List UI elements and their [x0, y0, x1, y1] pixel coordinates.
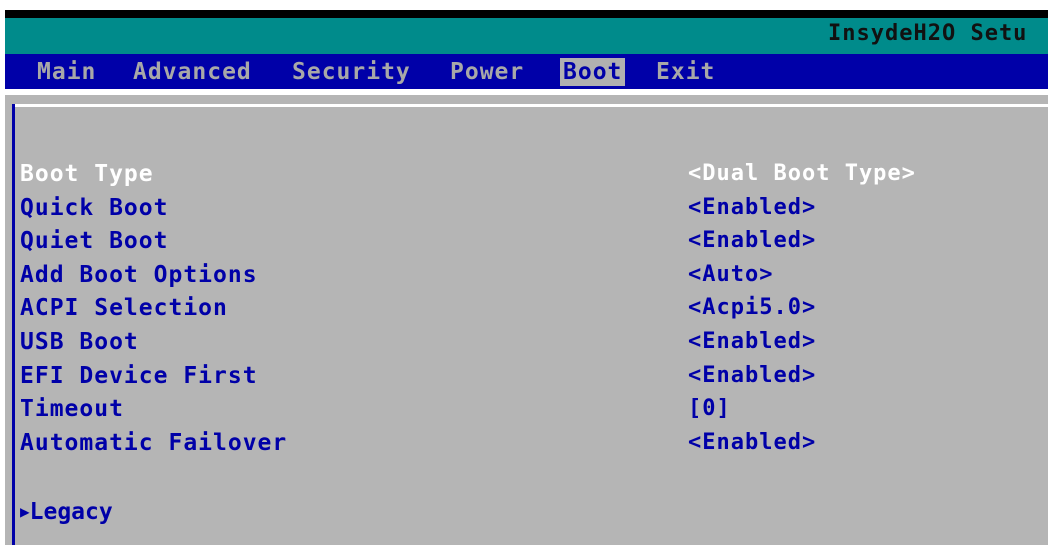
setting-value[interactable]: <Dual Boot Type>	[688, 159, 916, 189]
setting-row-timeout[interactable]: Timeout [0]	[20, 394, 1030, 424]
setting-label: Quick Boot	[20, 195, 169, 221]
setting-row-efi-device-first[interactable]: EFI Device First <Enabled>	[20, 361, 1030, 391]
setting-label: Automatic Failover	[20, 430, 288, 456]
setting-value[interactable]: <Enabled>	[688, 193, 816, 223]
setting-row-boot-type[interactable]: Boot Type <Dual Boot Type>	[20, 159, 1030, 189]
setting-value[interactable]: <Enabled>	[688, 428, 816, 458]
tab-advanced[interactable]: Advanced	[133, 58, 252, 86]
tab-security[interactable]: Security	[292, 58, 411, 86]
setting-label: Quiet Boot	[20, 228, 169, 254]
setting-value[interactable]: <Enabled>	[688, 327, 816, 357]
setting-row-add-boot-options[interactable]: Add Boot Options <Auto>	[20, 260, 1030, 290]
panel-top-border	[12, 104, 1048, 107]
triangle-right-icon: ▶	[20, 502, 30, 521]
setting-value[interactable]: <Auto>	[688, 260, 773, 290]
submenu-legacy[interactable]: ▶Legacy	[20, 497, 113, 527]
submenu-label: Legacy	[29, 499, 113, 525]
tab-boot[interactable]: Boot	[560, 58, 626, 86]
setting-row-usb-boot[interactable]: USB Boot <Enabled>	[20, 327, 1030, 357]
top-margin	[0, 0, 1048, 10]
tab-exit[interactable]: Exit	[656, 58, 715, 86]
setting-row-quick-boot[interactable]: Quick Boot <Enabled>	[20, 193, 1030, 223]
setting-row-automatic-failover[interactable]: Automatic Failover <Enabled>	[20, 428, 1030, 458]
setting-value[interactable]: <Enabled>	[688, 361, 816, 391]
setting-label: Boot Type	[20, 161, 154, 187]
setting-label: ACPI Selection	[20, 295, 228, 321]
setting-label: EFI Device First	[20, 363, 258, 389]
top-border	[5, 10, 1048, 18]
setting-row-acpi-selection[interactable]: ACPI Selection <Acpi5.0>	[20, 293, 1030, 323]
setting-label: USB Boot	[20, 329, 139, 355]
setting-value[interactable]: <Acpi5.0>	[688, 293, 816, 323]
setting-label: Add Boot Options	[20, 262, 258, 288]
setting-value[interactable]: <Enabled>	[688, 226, 816, 256]
setting-label: Timeout	[20, 396, 124, 422]
setting-row-quiet-boot[interactable]: Quiet Boot <Enabled>	[20, 226, 1030, 256]
panel-left-border	[12, 104, 15, 545]
window-title: InsydeH2O Setu	[828, 21, 1028, 46]
setting-value[interactable]: [0]	[688, 394, 731, 424]
tab-main[interactable]: Main	[37, 58, 96, 86]
tab-power[interactable]: Power	[450, 58, 524, 86]
